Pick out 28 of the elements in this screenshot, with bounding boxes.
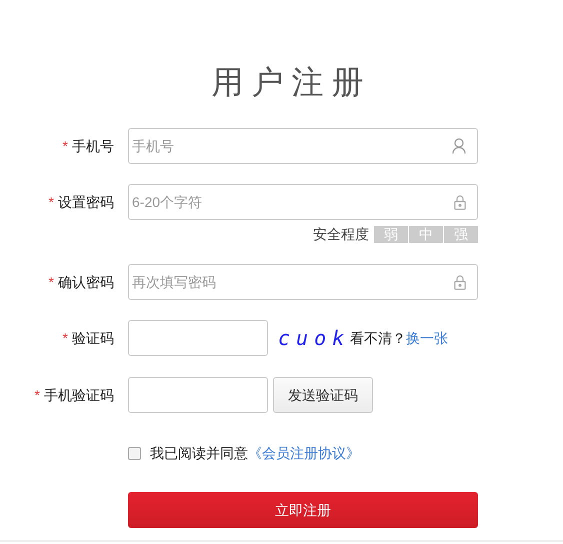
refresh-link[interactable]: 换一张	[406, 328, 448, 348]
field-label: 设置密码	[58, 192, 114, 212]
required-mark: *	[34, 386, 40, 404]
lock-icon	[454, 274, 466, 290]
required-mark: *	[62, 136, 68, 156]
field-label: 手机验证码	[44, 386, 114, 404]
password-input[interactable]: 6-20个字符	[128, 184, 478, 220]
field-label: 验证码	[72, 328, 114, 348]
strength-label: 安全程度	[313, 225, 369, 244]
field-label: 手机号	[72, 136, 114, 156]
user-icon	[452, 138, 466, 154]
agreement-link[interactable]: 《会员注册协议》	[248, 443, 360, 464]
required-mark: *	[48, 272, 54, 292]
page-title: 用户注册	[212, 63, 372, 102]
field-label: 确认密码	[58, 272, 114, 292]
required-mark: *	[48, 192, 54, 212]
lock-icon	[454, 194, 466, 210]
register-button[interactable]: 立即注册	[128, 492, 478, 528]
phone-input[interactable]: 手机号	[128, 128, 478, 164]
required-mark: *	[62, 328, 68, 348]
captcha-input[interactable]	[128, 320, 268, 356]
captcha-hint: 看不清？	[350, 328, 406, 348]
agree-checkbox[interactable]	[128, 447, 141, 460]
captcha-image[interactable]: cuok	[278, 323, 350, 353]
send-code-button[interactable]: 发送验证码	[273, 377, 373, 413]
agreement-text: 我已阅读并同意	[150, 444, 248, 463]
sms-code-input[interactable]	[128, 377, 268, 413]
password-input[interactable]: 再次填写密码	[128, 264, 478, 300]
